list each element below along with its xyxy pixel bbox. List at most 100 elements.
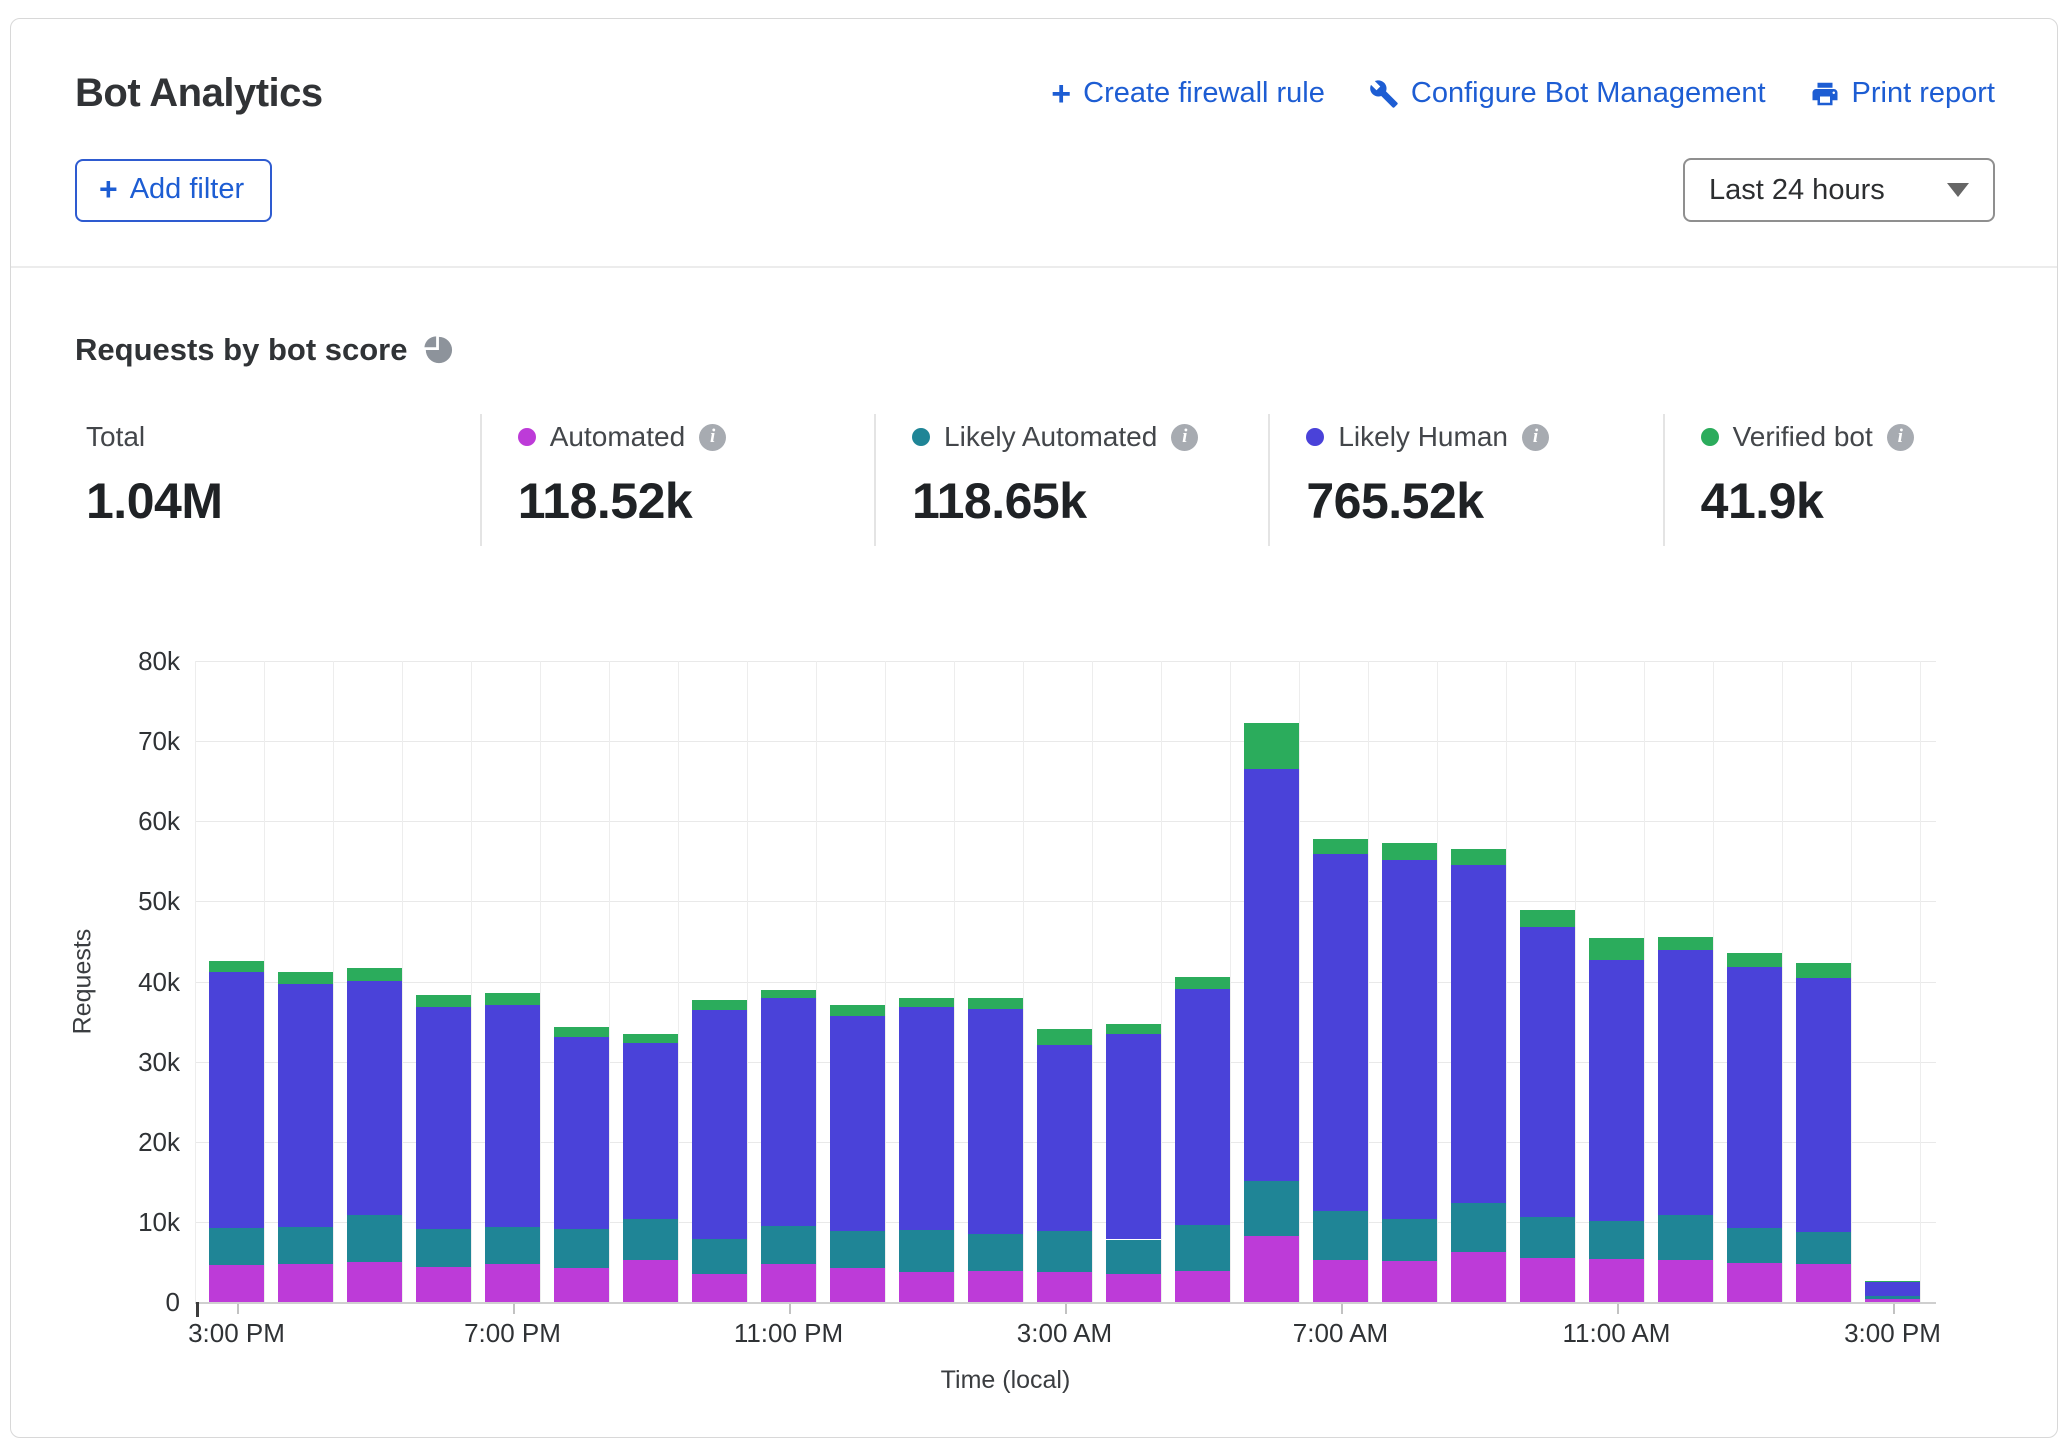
bar-segment-automated: [1520, 1258, 1575, 1302]
section-title: Requests by bot score: [75, 332, 407, 368]
gridline-v: [1230, 661, 1231, 1302]
bar-segment-likely-human: [1175, 989, 1230, 1225]
gridline-v: [1437, 661, 1438, 1302]
x-axis-tick-label: 3:00 AM: [985, 1318, 1145, 1349]
y-axis-tick-label: 80k: [60, 646, 180, 677]
bar-segment-likely-automated: [1865, 1296, 1920, 1299]
y-axis-tick-label: 10k: [60, 1207, 180, 1238]
y-axis-tick-label: 50k: [60, 886, 180, 917]
add-filter-button[interactable]: + Add filter: [75, 159, 272, 222]
bar-segment-likely-automated: [278, 1227, 333, 1264]
bar-segment-automated: [209, 1265, 264, 1302]
stat-value: 118.52k: [518, 472, 874, 530]
bar-segment-likely-automated: [623, 1219, 678, 1260]
x-axis-tick-label: 3:00 PM: [1813, 1318, 1973, 1349]
gridline-v: [1161, 661, 1162, 1302]
bar-segment-verified-bot: [554, 1027, 609, 1037]
stat-value: 118.65k: [912, 472, 1268, 530]
y-axis-tick-label: 30k: [60, 1047, 180, 1078]
bar-segment-likely-automated: [416, 1229, 471, 1267]
bar-segment-verified-bot: [1520, 910, 1575, 927]
x-axis-tick: [1065, 1304, 1067, 1314]
bar-segment-verified-bot: [761, 990, 816, 999]
bar-segment-verified-bot: [1106, 1024, 1161, 1034]
bar-segment-likely-automated: [554, 1229, 609, 1267]
gridline-v: [1575, 661, 1576, 1302]
stat-likely-human: Likely Humani765.52k: [1268, 414, 1662, 546]
bar-segment-likely-automated: [1382, 1219, 1437, 1261]
gridline-v: [954, 661, 955, 1302]
bar-segment-likely-automated: [1589, 1221, 1644, 1259]
info-icon[interactable]: i: [1522, 424, 1549, 451]
bar-segment-automated: [1037, 1272, 1092, 1302]
x-axis-tick-label: 7:00 PM: [433, 1318, 593, 1349]
header-actions: +Create firewall rule Configure Bot Manag…: [1051, 77, 1995, 110]
bar-segment-automated: [1658, 1260, 1713, 1302]
verified-bot-legend-dot: [1701, 428, 1719, 446]
bar-segment-automated: [830, 1268, 885, 1302]
x-axis-tick-label: 7:00 AM: [1261, 1318, 1421, 1349]
stats-row: Total 1.04M Automatedi118.52kLikely Auto…: [86, 414, 2057, 546]
gridline-h: [195, 901, 1936, 902]
bar-segment-verified-bot: [1796, 963, 1851, 978]
gridline-v: [609, 661, 610, 1302]
wrench-icon: [1369, 79, 1399, 109]
stat-total-value: 1.04M: [86, 472, 480, 530]
bar-segment-likely-human: [485, 1005, 540, 1227]
bar-segment-verified-bot: [623, 1034, 678, 1044]
x-axis-origin-tick: [196, 1302, 199, 1317]
automated-legend-dot: [518, 428, 536, 446]
bar-segment-likely-human: [1727, 967, 1782, 1228]
bar-segment-likely-automated: [1520, 1217, 1575, 1258]
add-filter-label: Add filter: [130, 173, 244, 206]
bar-segment-likely-human: [1382, 860, 1437, 1220]
info-icon[interactable]: i: [699, 424, 726, 451]
bar-segment-verified-bot: [1451, 849, 1506, 865]
gridline-v: [747, 661, 748, 1302]
time-range-select[interactable]: Last 24 hours: [1683, 158, 1995, 222]
bar-segment-automated: [899, 1272, 954, 1302]
gridline-v: [816, 661, 817, 1302]
x-axis-tick: [1341, 1304, 1343, 1314]
y-axis-tick-label: 70k: [60, 726, 180, 757]
pie-chart-icon: [423, 335, 453, 365]
bar-segment-automated: [1106, 1274, 1161, 1302]
bar-segment-automated: [761, 1264, 816, 1302]
bar-segment-likely-human: [1037, 1045, 1092, 1231]
action-configure-bot-management[interactable]: Configure Bot Management: [1369, 77, 1766, 110]
gridline-v: [195, 661, 196, 1302]
info-icon[interactable]: i: [1171, 424, 1198, 451]
bar-segment-automated: [1865, 1299, 1920, 1302]
bar-segment-likely-human: [1244, 769, 1299, 1181]
bar-segment-likely-human: [347, 981, 402, 1215]
stat-value: 765.52k: [1306, 472, 1662, 530]
gridline-h: [195, 741, 1936, 742]
bar-segment-likely-automated: [209, 1228, 264, 1265]
bar-segment-verified-bot: [209, 961, 264, 972]
bar-segment-automated: [1244, 1236, 1299, 1302]
bar-segment-verified-bot: [1727, 953, 1782, 967]
info-icon[interactable]: i: [1887, 424, 1914, 451]
stat-likely-automated: Likely Automatedi118.65k: [874, 414, 1268, 546]
x-axis-tick-label: 11:00 PM: [709, 1318, 869, 1349]
gridline-v: [402, 661, 403, 1302]
x-axis-tick: [513, 1304, 515, 1314]
bar-segment-likely-human: [1451, 865, 1506, 1202]
gridline-v: [1644, 661, 1645, 1302]
stat-automated: Automatedi118.52k: [480, 414, 874, 546]
bar-segment-likely-human: [761, 998, 816, 1226]
bar-segment-automated: [1451, 1252, 1506, 1302]
bar-segment-likely-automated: [1658, 1215, 1713, 1261]
bar-segment-likely-automated: [1796, 1232, 1851, 1264]
bar-segment-likely-automated: [692, 1239, 747, 1274]
header-divider: [11, 266, 2057, 268]
bar-segment-verified-bot: [1037, 1029, 1092, 1045]
gridline-v: [1920, 661, 1921, 1302]
requests-by-bot-score-chart: 010k20k30k40k50k60k70k80k3:00 PM7:00 PM1…: [0, 640, 2070, 1394]
bar-segment-verified-bot: [1865, 1281, 1920, 1282]
action-print-report[interactable]: Print report: [1810, 77, 1995, 110]
bar-segment-verified-bot: [1175, 977, 1230, 988]
bar-segment-likely-automated: [968, 1234, 1023, 1271]
action-create-firewall-rule[interactable]: +Create firewall rule: [1051, 77, 1325, 110]
bar-segment-automated: [278, 1264, 333, 1302]
